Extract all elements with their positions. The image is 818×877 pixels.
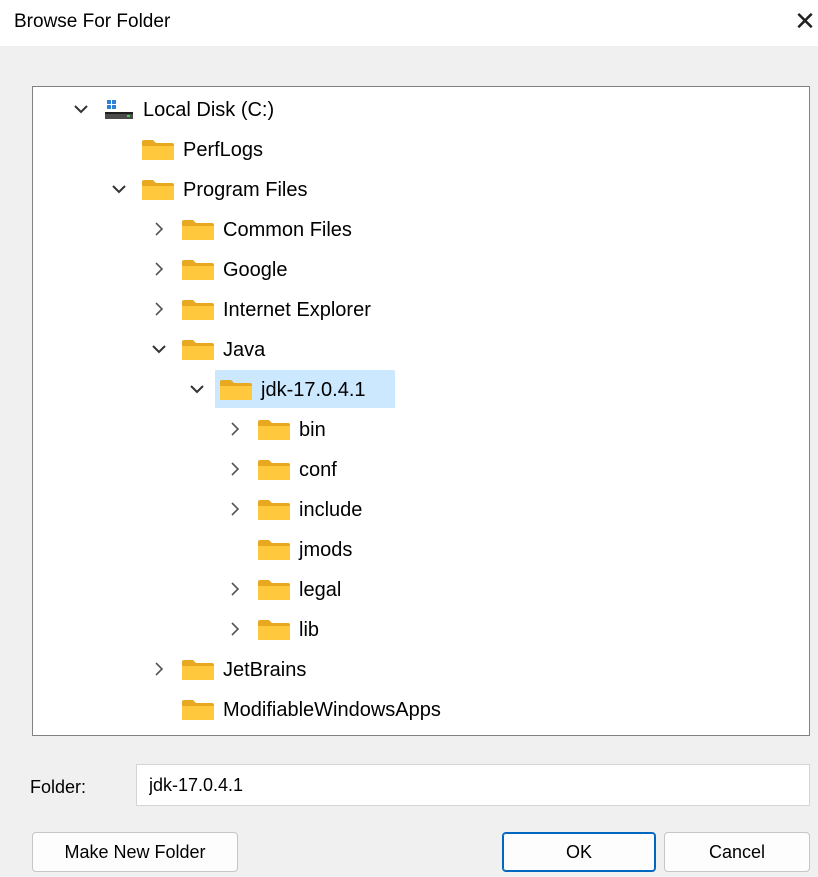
tree-item-label: conf — [299, 459, 337, 481]
chevron-right-icon[interactable] — [227, 581, 243, 597]
tree-item-label: ModifiableWindowsApps — [223, 699, 441, 721]
folder-input[interactable] — [136, 764, 810, 806]
tree-item[interactable]: jdk-17.0.4.1 — [33, 369, 809, 409]
close-button[interactable]: ✕ — [792, 6, 818, 36]
folder-field-label: Folder: — [30, 777, 87, 797]
folder-icon — [141, 139, 175, 161]
tree-item-label: legal — [299, 579, 342, 601]
ok-button[interactable]: OK — [502, 832, 656, 872]
folder-icon — [257, 579, 291, 601]
tree-item[interactable]: lib — [33, 609, 809, 649]
chevron-right-icon[interactable] — [227, 461, 243, 477]
tree-item-label: Common Files — [223, 219, 352, 241]
tree-item-label: lib — [299, 619, 320, 641]
tree-item[interactable]: jmods — [33, 529, 809, 569]
tree-item[interactable]: Common Files — [33, 209, 809, 249]
tree-item-label: jdk-17.0.4.1 — [261, 379, 366, 401]
folder-icon — [257, 499, 291, 521]
chevron-down-icon[interactable] — [151, 341, 167, 357]
tree-item[interactable]: PerfLogs — [33, 129, 809, 169]
tree-item[interactable]: bin — [33, 409, 809, 449]
tree-item[interactable]: include — [33, 489, 809, 529]
folder-icon — [257, 459, 291, 481]
tree-item-label: Program Files — [183, 179, 308, 201]
tree-item[interactable]: Java — [33, 329, 809, 369]
tree-item[interactable]: legal — [33, 569, 809, 609]
tree-item-label: Local Disk (C:) — [143, 99, 275, 121]
tree-item-label: include — [299, 499, 363, 521]
folder-icon — [181, 299, 215, 321]
cancel-button[interactable]: Cancel — [664, 832, 810, 872]
folder-icon — [181, 219, 215, 241]
tree-item[interactable]: Internet Explorer — [33, 289, 809, 329]
folder-tree[interactable]: Local Disk (C:) PerfLogs Program Files Comm… — [32, 86, 810, 736]
folder-icon — [257, 419, 291, 441]
title-bar: Browse For Folder ✕ — [0, 0, 818, 46]
tree-item[interactable]: Program Files — [33, 169, 809, 209]
chevron-right-icon[interactable] — [151, 661, 167, 677]
tree-item-label: jmods — [299, 539, 353, 561]
tree-item[interactable]: conf — [33, 449, 809, 489]
tree-item-label: JetBrains — [223, 659, 307, 681]
chevron-right-icon[interactable] — [151, 261, 167, 277]
tree-item-label: Java — [223, 339, 266, 361]
chevron-right-icon[interactable] — [151, 301, 167, 317]
chevron-down-icon[interactable] — [73, 101, 89, 117]
make-new-folder-button[interactable]: Make New Folder — [32, 832, 238, 872]
folder-icon — [181, 659, 215, 681]
tree-item[interactable]: JetBrains — [33, 649, 809, 689]
folder-icon — [219, 379, 253, 401]
folder-icon — [257, 619, 291, 641]
chevron-right-icon[interactable] — [151, 221, 167, 237]
tree-item-label: Internet Explorer — [223, 299, 371, 321]
chevron-right-icon[interactable] — [227, 501, 243, 517]
chevron-right-icon[interactable] — [227, 421, 243, 437]
folder-icon — [257, 539, 291, 561]
chevron-down-icon[interactable] — [189, 381, 205, 397]
tree-item-label: bin — [299, 419, 326, 441]
folder-icon — [181, 259, 215, 281]
drive-icon — [103, 98, 135, 122]
folder-icon — [181, 699, 215, 721]
tree-item[interactable]: ModifiableWindowsApps — [33, 689, 809, 729]
window-title: Browse For Folder — [14, 11, 171, 32]
folder-icon — [141, 179, 175, 201]
tree-item-label: Google — [223, 259, 288, 281]
folder-icon — [181, 339, 215, 361]
chevron-right-icon[interactable] — [227, 621, 243, 637]
tree-item-label: PerfLogs — [183, 139, 264, 161]
tree-item[interactable]: Local Disk (C:) — [33, 89, 809, 129]
tree-item[interactable]: Google — [33, 249, 809, 289]
chevron-down-icon[interactable] — [111, 181, 127, 197]
close-icon: ✕ — [794, 6, 816, 36]
